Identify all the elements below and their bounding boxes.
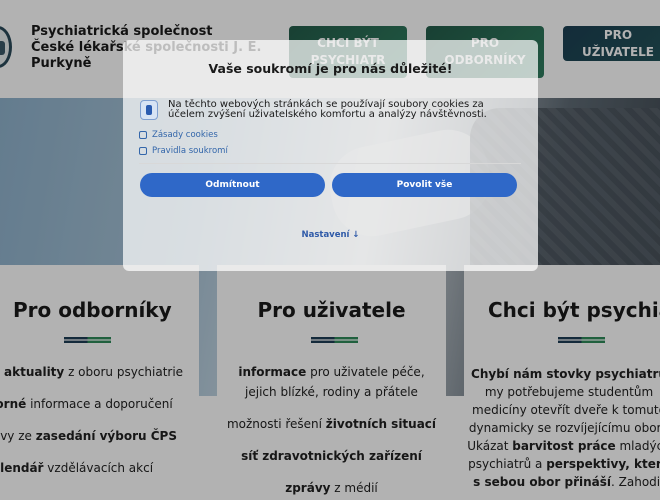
cookie-consent-dialog: Vaše soukromí je pro nás důležité! Na tě…	[123, 40, 538, 271]
lock-icon	[139, 147, 147, 155]
cookie-settings-toggle[interactable]: Nastavení ↓	[123, 230, 538, 240]
privacy-policy-link[interactable]: Pravidla soukromí	[139, 146, 228, 156]
accept-all-cookies-button[interactable]: Povolit vše	[332, 173, 517, 197]
cookie-description: Na těchto webových stránkách se používaj…	[168, 99, 487, 120]
cookie-policy-label: Zásady cookies	[152, 130, 218, 140]
cookie-divider	[139, 163, 521, 164]
decline-cookies-button[interactable]: Odmítnout	[140, 173, 325, 197]
cookie-shield-icon	[140, 100, 158, 120]
cookie-dialog-title: Vaše soukromí je pro nás důležité!	[208, 61, 453, 76]
cookie-policy-link[interactable]: Zásady cookies	[139, 130, 218, 140]
privacy-policy-label: Pravidla soukromí	[152, 146, 228, 156]
cookie-icon	[139, 131, 147, 139]
